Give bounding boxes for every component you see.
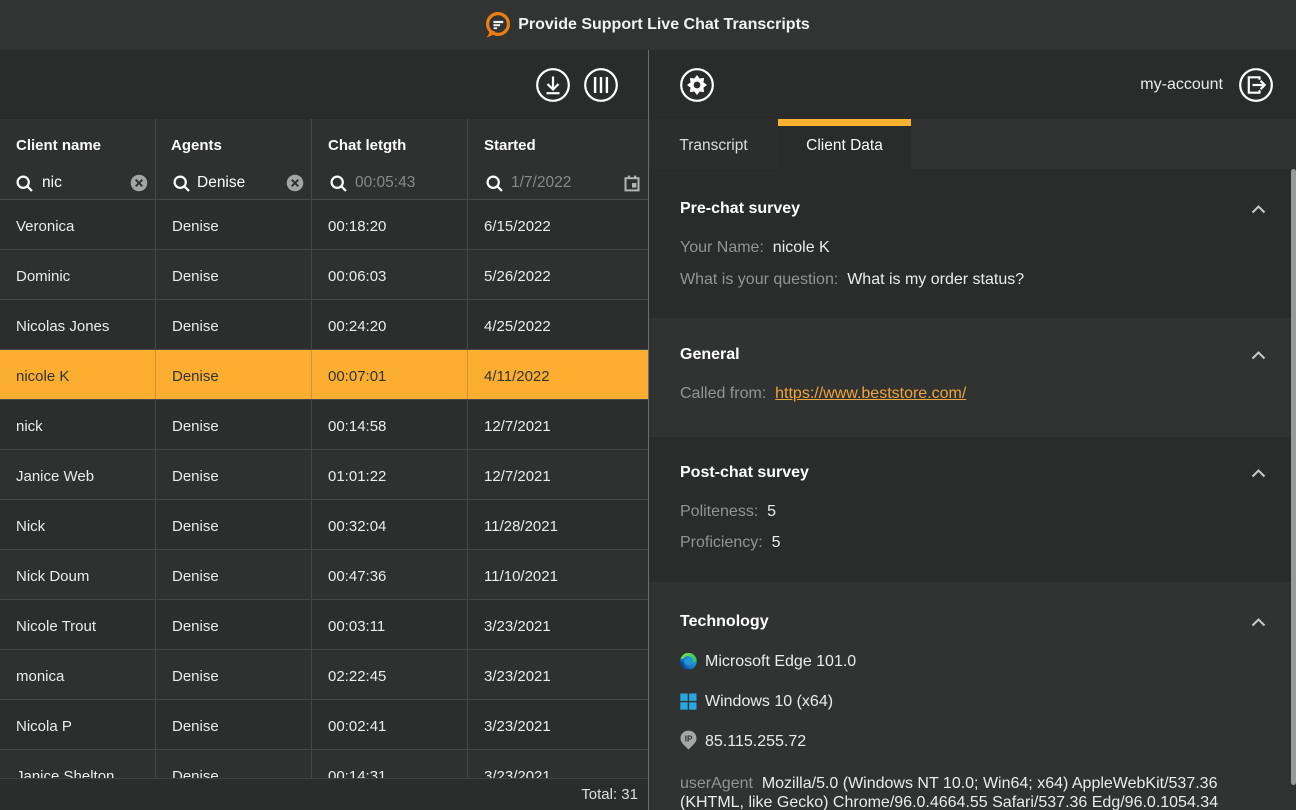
svg-text:IP: IP [685,734,693,743]
